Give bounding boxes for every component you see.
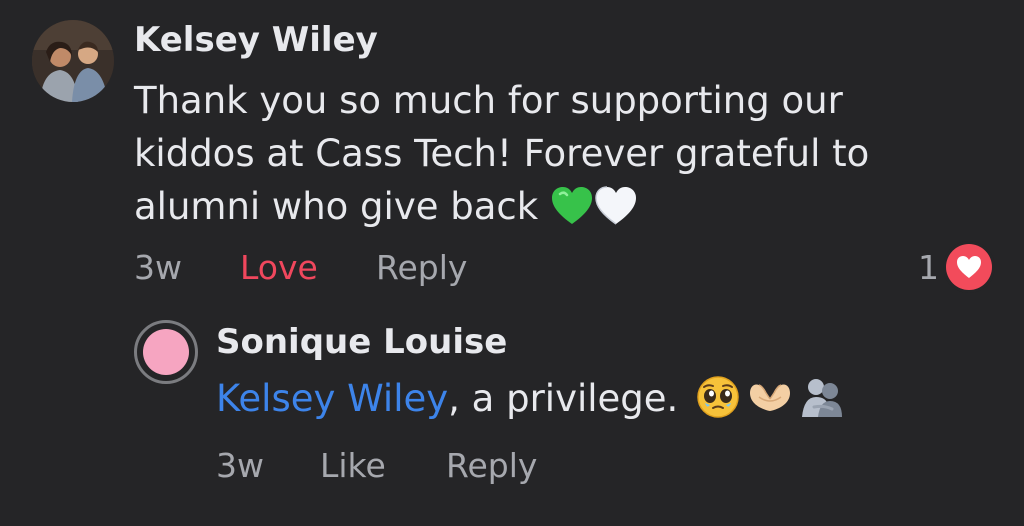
reply-button[interactable]: Reply: [376, 248, 467, 287]
comment-timestamp: 3w: [134, 248, 182, 287]
love-button[interactable]: Love: [240, 248, 318, 287]
reply-avatar[interactable]: [134, 320, 198, 384]
avatar[interactable]: [32, 20, 114, 102]
reaction-count[interactable]: 1: [918, 248, 939, 287]
mention-link[interactable]: Kelsey Wiley: [216, 377, 448, 420]
heart-hands-icon: [746, 375, 794, 419]
reply-reply-button[interactable]: Reply: [446, 446, 537, 485]
reply-body: , a privilege.: [448, 377, 679, 420]
comment-thread: Kelsey Wiley Thank you so much for suppo…: [0, 0, 1024, 526]
comment-author[interactable]: Kelsey Wiley: [134, 20, 378, 60]
love-reaction-icon[interactable]: [946, 244, 992, 290]
people-hugging-icon: [798, 375, 846, 419]
comment-body: Thank you so much for supporting our kid…: [134, 79, 870, 228]
reply-timestamp: 3w: [216, 446, 264, 485]
reply-text: Kelsey Wiley, a privilege.: [216, 372, 846, 425]
pleading-face-icon: [694, 375, 742, 419]
reply-author[interactable]: Sonique Louise: [216, 322, 507, 362]
white-heart-icon: [594, 186, 638, 226]
like-button[interactable]: Like: [320, 446, 386, 485]
comment-text: Thank you so much for supporting our kid…: [134, 74, 894, 233]
green-heart-icon: [550, 186, 594, 226]
